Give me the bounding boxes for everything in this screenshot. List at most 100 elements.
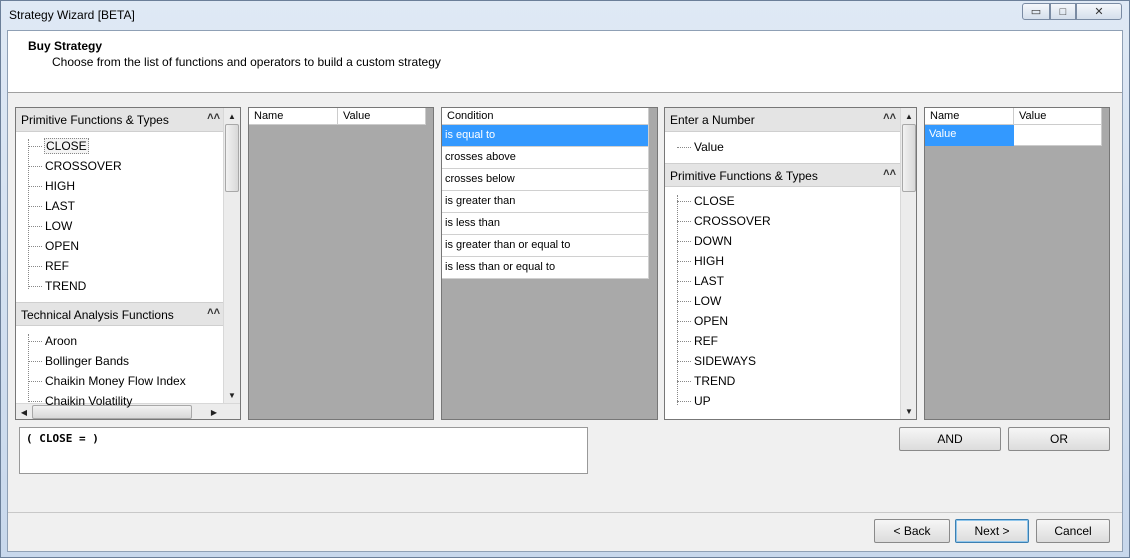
condition-option[interactable]: is less than or equal to [442, 257, 649, 279]
condition-option[interactable]: crosses below [442, 169, 649, 191]
window-title: Strategy Wizard [BETA] [9, 8, 135, 22]
condition-option[interactable]: is less than [442, 213, 649, 235]
technical-analysis-header-label: Technical Analysis Functions [21, 308, 174, 322]
condition-list: Condition is equal to crosses above crosse… [441, 107, 658, 420]
tree-item-label: Bollinger Bands [45, 354, 130, 368]
tree-item-label: DOWN [694, 234, 732, 248]
wizard-header: Buy Strategy Choose from the list of fun… [8, 31, 1122, 93]
close-button[interactable]: ✕ [1076, 3, 1122, 20]
tree-item[interactable]: REF [677, 334, 719, 348]
scroll-down-arrow[interactable]: ▼ [901, 403, 916, 419]
scroll-right-arrow[interactable]: ▶ [206, 404, 222, 419]
scroll-down-arrow[interactable]: ▼ [224, 387, 240, 403]
scroll-up-arrow[interactable]: ▲ [224, 108, 240, 124]
tree-item[interactable]: UP [677, 394, 712, 408]
tree-item-label: HIGH [694, 254, 724, 268]
technical-analysis-header[interactable]: Technical Analysis Functions ˄˄ [16, 302, 224, 326]
scroll-thumb[interactable] [902, 124, 916, 192]
tree-item[interactable]: CROSSOVER [677, 214, 772, 228]
page-title: Buy Strategy [28, 39, 103, 53]
tree-item[interactable]: DOWN [677, 234, 733, 248]
tree-item-label: HIGH [45, 179, 75, 193]
tree-item-label: Value [694, 140, 724, 154]
grid-row-value-cell[interactable] [1014, 125, 1102, 146]
left-vertical-scrollbar[interactable]: ▲ ▼ [223, 108, 240, 403]
tree-item-label: LOW [694, 294, 722, 308]
tree-item[interactable]: LAST [28, 199, 76, 213]
tree-item[interactable]: OPEN [28, 239, 80, 253]
right-primitive-functions-header[interactable]: Primitive Functions & Types ˄˄ [665, 163, 900, 187]
tree-item[interactable]: Bollinger Bands [28, 354, 130, 368]
primitive-functions-header[interactable]: Primitive Functions & Types ˄˄ [16, 108, 224, 132]
condition-header[interactable]: Condition [442, 108, 649, 125]
tree-item[interactable]: LOW [28, 219, 73, 233]
grid-header-value[interactable]: Value [1014, 108, 1102, 125]
tree-item[interactable]: Aroon [28, 334, 78, 348]
next-button[interactable]: Next > [955, 519, 1029, 543]
tree-item-label: REF [45, 259, 69, 273]
strategy-expression-field[interactable]: ( CLOSE = ) [19, 427, 588, 474]
tree-item[interactable]: Chaikin Money Flow Index [28, 374, 187, 388]
grid-header-name[interactable]: Name [925, 108, 1014, 125]
parameter-grid-left: Name Value [248, 107, 434, 420]
maximize-icon: □ [1059, 5, 1067, 18]
tree-item-label: CLOSE [44, 138, 89, 154]
minimize-button[interactable]: ▭ [1022, 3, 1050, 20]
tree-item[interactable]: CROSSOVER [28, 159, 123, 173]
tree-item-label: CROSSOVER [694, 214, 771, 228]
right-operand-panel: Enter a Number ˄˄ Value Primitive Functi… [664, 107, 917, 420]
tree-item-label: SIDEWAYS [694, 354, 757, 368]
maximize-button[interactable]: □ [1050, 3, 1076, 20]
chevron-double-up-icon[interactable]: ˄˄ [883, 111, 896, 123]
primitive-functions-header-label: Primitive Functions & Types [21, 113, 169, 127]
tree-item[interactable]: HIGH [677, 254, 725, 268]
tree-item[interactable]: LAST [677, 274, 725, 288]
right-vertical-scrollbar[interactable]: ▲ ▼ [900, 108, 916, 419]
cancel-button[interactable]: Cancel [1036, 519, 1110, 543]
condition-option[interactable]: crosses above [442, 147, 649, 169]
tree-item[interactable]: CLOSE [28, 138, 89, 154]
tree-item[interactable]: Chaikin Volatility [28, 394, 133, 408]
wizard-client-area: Buy Strategy Choose from the list of fun… [7, 30, 1123, 552]
and-button[interactable]: AND [899, 427, 1001, 451]
tree-item[interactable]: HIGH [28, 179, 76, 193]
tree-item[interactable]: CLOSE [677, 194, 736, 208]
enter-number-header-label: Enter a Number [670, 113, 755, 127]
tree-item-label: LOW [45, 219, 73, 233]
page-subtitle: Choose from the list of functions and op… [52, 55, 441, 69]
tree-item[interactable]: OPEN [677, 314, 729, 328]
or-button[interactable]: OR [1008, 427, 1110, 451]
tree-item-label: OPEN [694, 314, 729, 328]
tree-item-label: TREND [45, 279, 87, 293]
grid-header-name[interactable]: Name [249, 108, 338, 125]
enter-number-header[interactable]: Enter a Number ˄˄ [665, 108, 900, 132]
tree-item[interactable]: TREND [28, 279, 87, 293]
scroll-thumb[interactable] [225, 124, 239, 192]
condition-option[interactable]: is equal to [442, 125, 649, 147]
grid-row-name-cell[interactable]: Value [925, 125, 1014, 146]
tree-item[interactable]: REF [28, 259, 70, 273]
tree-item-label: REF [694, 334, 718, 348]
tree-item-label: LAST [694, 274, 725, 288]
tree-item-label: Chaikin Volatility [45, 394, 133, 408]
tree-item-label: UP [694, 394, 711, 408]
chevron-double-up-icon[interactable]: ˄˄ [207, 306, 220, 318]
back-button[interactable]: < Back [874, 519, 950, 543]
tree-item-label: OPEN [45, 239, 80, 253]
scroll-up-arrow[interactable]: ▲ [901, 108, 916, 124]
condition-option[interactable]: is greater than [442, 191, 649, 213]
tree-item[interactable]: TREND [677, 374, 736, 388]
footer-divider [8, 512, 1122, 513]
title-bar[interactable]: Strategy Wizard [BETA] ▭ □ ✕ [1, 1, 1129, 29]
tree-item-value[interactable]: Value [677, 140, 725, 154]
tree-item-label: TREND [694, 374, 736, 388]
tree-item-label: LAST [45, 199, 76, 213]
tree-item[interactable]: SIDEWAYS [677, 354, 757, 368]
tree-item-label: Chaikin Money Flow Index [45, 374, 186, 388]
grid-header-value[interactable]: Value [338, 108, 426, 125]
chevron-double-up-icon[interactable]: ˄˄ [883, 167, 896, 179]
left-functions-panel: Primitive Functions & Types ˄˄ Technical… [15, 107, 241, 420]
tree-item[interactable]: LOW [677, 294, 722, 308]
chevron-double-up-icon[interactable]: ˄˄ [207, 111, 220, 123]
condition-option[interactable]: is greater than or equal to [442, 235, 649, 257]
